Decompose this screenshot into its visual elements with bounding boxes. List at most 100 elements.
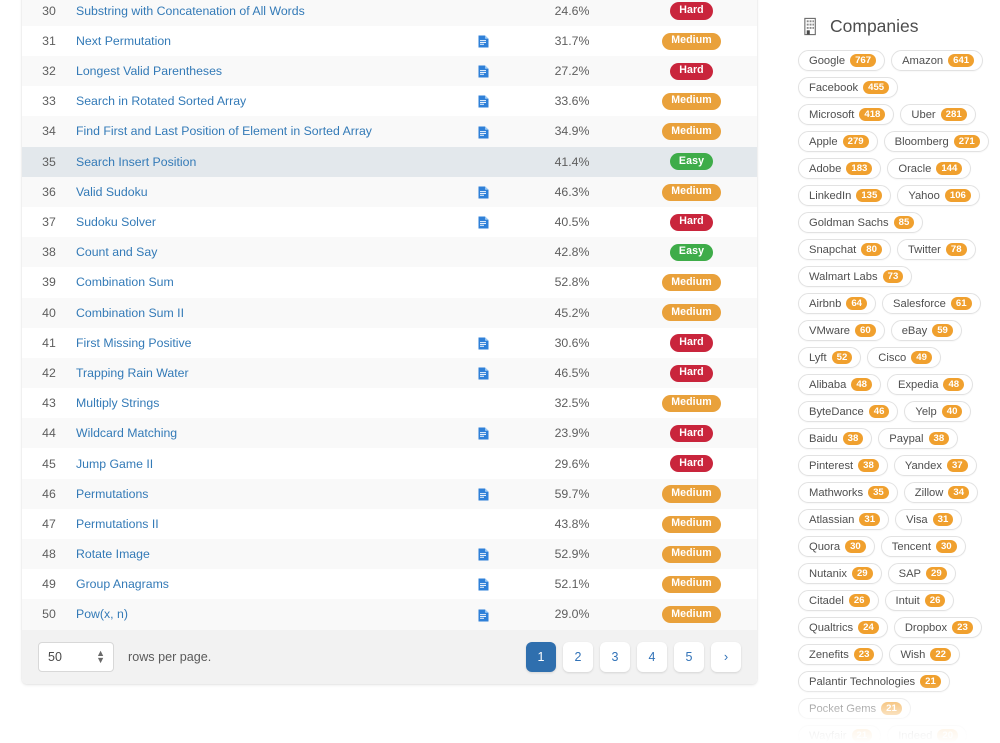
article-icon[interactable] — [478, 578, 489, 591]
table-row[interactable]: 48 Rotate Image 52.9% Medium — [22, 539, 757, 570]
article-icon[interactable] — [478, 126, 489, 139]
problem-title-link[interactable]: Search Insert Position — [76, 155, 196, 169]
company-tag[interactable]: Apple 279 — [798, 131, 878, 152]
company-tag[interactable]: Alibaba 48 — [798, 374, 881, 395]
company-tag[interactable]: Quora 30 — [798, 536, 875, 557]
solution-cell[interactable] — [448, 56, 518, 86]
table-row[interactable]: 50 Pow(x, n) 29.0% Medium — [22, 599, 757, 630]
table-row[interactable]: 49 Group Anagrams 52.1% Medium — [22, 569, 757, 600]
company-tag[interactable]: Pinterest 38 — [798, 455, 888, 476]
page-button-1[interactable]: 1 — [526, 641, 556, 672]
solution-cell[interactable] — [448, 207, 518, 237]
company-tag[interactable]: VMware 60 — [798, 320, 885, 341]
company-tag[interactable]: Citadel 26 — [798, 590, 879, 611]
company-tag[interactable]: LinkedIn 135 — [798, 185, 892, 206]
solution-cell[interactable] — [448, 177, 518, 207]
problem-title-link[interactable]: Sudoku Solver — [76, 215, 156, 229]
table-row[interactable]: 38 Count and Say 42.8% Easy — [22, 237, 757, 268]
company-tag[interactable]: Wayfair 21 — [798, 725, 882, 743]
problem-title-link[interactable]: Valid Sudoku — [76, 185, 148, 199]
article-icon[interactable] — [478, 35, 489, 48]
company-tag[interactable]: Paypal 38 — [878, 428, 959, 449]
problem-title-link[interactable]: Jump Game II — [76, 457, 153, 471]
article-icon[interactable] — [478, 427, 489, 440]
table-row[interactable]: 47 Permutations II 43.8% Medium — [22, 508, 757, 540]
company-tag[interactable]: Mathworks 35 — [798, 482, 898, 503]
table-row[interactable]: 44 Wildcard Matching 23.9% Hard — [22, 418, 757, 449]
company-tag[interactable]: Google 767 — [798, 50, 886, 71]
company-tag[interactable]: Baidu 38 — [798, 428, 873, 449]
table-row[interactable]: 30 Substring with Concatenation of All Wo… — [22, 0, 757, 26]
problem-title-link[interactable]: Search in Rotated Sorted Array — [76, 94, 246, 108]
article-icon[interactable] — [478, 216, 489, 229]
problem-title-link[interactable]: Count and Say — [76, 245, 157, 259]
table-row[interactable]: 40 Combination Sum II 45.2% Medium — [22, 297, 757, 328]
article-icon[interactable] — [478, 186, 489, 199]
problem-title-link[interactable]: First Missing Positive — [76, 336, 191, 350]
company-tag[interactable]: Palantir Technologies 21 — [798, 671, 950, 692]
company-tag[interactable]: Zillow 34 — [903, 482, 979, 503]
solution-cell[interactable] — [448, 358, 518, 388]
article-icon[interactable] — [478, 65, 489, 78]
next-page-button[interactable]: › — [711, 641, 741, 672]
table-row[interactable]: 43 Multiply Strings 32.5% Medium — [22, 388, 757, 419]
problem-title-link[interactable]: Pow(x, n) — [76, 607, 128, 621]
company-tag[interactable]: Tencent 30 — [880, 536, 966, 557]
article-icon[interactable] — [478, 337, 489, 350]
company-tag[interactable]: eBay 59 — [890, 320, 962, 341]
problem-title-link[interactable]: Trapping Rain Water — [76, 366, 189, 380]
solution-cell[interactable] — [448, 479, 518, 509]
problem-title-link[interactable]: Rotate Image — [76, 547, 150, 561]
company-tag[interactable]: Twitter 78 — [896, 239, 976, 260]
problem-title-link[interactable]: Permutations II — [76, 517, 159, 531]
company-tag[interactable]: Goldman Sachs 85 — [798, 212, 924, 233]
solution-cell[interactable] — [448, 26, 518, 56]
company-tag[interactable]: Wish 22 — [889, 644, 961, 665]
company-tag[interactable]: Visa 31 — [895, 509, 963, 530]
problem-title-link[interactable]: Substring with Concatenation of All Word… — [76, 4, 305, 18]
table-row[interactable]: 46 Permutations 59.7% Medium — [22, 478, 757, 509]
company-tag[interactable]: Airbnb 64 — [798, 293, 877, 314]
solution-cell[interactable] — [448, 599, 518, 629]
page-button-2[interactable]: 2 — [563, 641, 593, 672]
company-tag[interactable]: Indeed 20 — [887, 725, 968, 743]
table-row[interactable]: 35 Search Insert Position 41.4% Easy — [22, 146, 757, 177]
table-row[interactable]: 41 First Missing Positive 30.6% Hard — [22, 327, 757, 358]
company-tag[interactable]: Yelp 40 — [904, 401, 972, 422]
table-row[interactable]: 45 Jump Game II 29.6% Hard — [22, 448, 757, 479]
company-tag[interactable]: Dropbox 23 — [893, 617, 982, 638]
table-row[interactable]: 42 Trapping Rain Water 46.5% Hard — [22, 357, 757, 389]
problem-title-link[interactable]: Wildcard Matching — [76, 426, 177, 440]
problem-title-link[interactable]: Next Permutation — [76, 34, 171, 48]
article-icon[interactable] — [478, 609, 489, 622]
article-icon[interactable] — [478, 488, 489, 501]
solution-cell[interactable] — [448, 86, 518, 116]
problem-title-link[interactable]: Combination Sum — [76, 275, 174, 289]
table-row[interactable]: 34 Find First and Last Position of Elemen… — [22, 116, 757, 147]
company-tag[interactable]: ByteDance 46 — [798, 401, 899, 422]
problem-title-link[interactable]: Combination Sum II — [76, 306, 184, 320]
company-tag[interactable]: Oracle 144 — [887, 158, 972, 179]
article-icon[interactable] — [478, 367, 489, 380]
table-row[interactable]: 32 Longest Valid Parentheses 27.2% Hard — [22, 56, 757, 87]
article-icon[interactable] — [478, 548, 489, 561]
solution-cell[interactable] — [448, 539, 518, 569]
problem-title-link[interactable]: Group Anagrams — [76, 577, 169, 591]
company-tag[interactable]: Uber 281 — [900, 104, 976, 125]
company-tag[interactable]: Facebook 455 — [798, 77, 899, 98]
company-tag[interactable]: Zenefits 23 — [798, 644, 884, 665]
table-row[interactable]: 33 Search in Rotated Sorted Array 33.6% Med… — [22, 86, 757, 117]
company-tag[interactable]: SAP 29 — [887, 563, 956, 584]
solution-cell[interactable] — [448, 328, 518, 358]
table-row[interactable]: 31 Next Permutation 31.7% Medium — [22, 25, 757, 57]
article-icon[interactable] — [478, 95, 489, 108]
company-tag[interactable]: Yandex 37 — [893, 455, 977, 476]
company-tag[interactable]: Salesforce 61 — [882, 293, 981, 314]
company-tag[interactable]: Walmart Labs 73 — [798, 266, 913, 287]
page-button-3[interactable]: 3 — [600, 641, 630, 672]
company-tag[interactable]: Expedia 48 — [887, 374, 974, 395]
company-tag[interactable]: Lyft 52 — [798, 347, 862, 368]
company-tag[interactable]: Bloomberg 271 — [883, 131, 989, 152]
problem-title-link[interactable]: Longest Valid Parentheses — [76, 64, 222, 78]
company-tag[interactable]: Nutanix 29 — [798, 563, 882, 584]
